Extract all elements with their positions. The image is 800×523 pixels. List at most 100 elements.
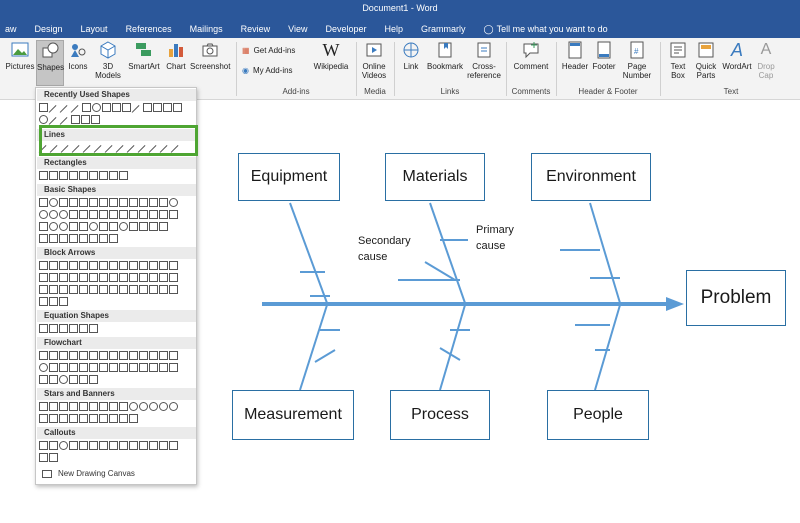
bracket-shape[interactable] [79, 234, 88, 243]
flowchart-shape[interactable] [39, 375, 48, 384]
pentagon-shape[interactable] [109, 198, 118, 207]
parallelogram-shape[interactable] [79, 198, 88, 207]
banner-shape[interactable] [129, 414, 138, 423]
star-shape[interactable] [79, 402, 88, 411]
callout-shape[interactable] [139, 441, 148, 450]
rectangle-shape[interactable] [79, 171, 88, 180]
rectangle-shape[interactable] [59, 171, 68, 180]
star-shape[interactable] [169, 402, 178, 411]
arrow-shape[interactable] [149, 261, 158, 270]
flowchart-shape[interactable] [59, 351, 68, 360]
callout-shape[interactable] [49, 453, 58, 462]
flowchart-shape[interactable] [69, 351, 78, 360]
shape[interactable] [139, 210, 148, 219]
online-videos-button[interactable]: Online Videos [358, 40, 390, 80]
flowchart-shape[interactable] [109, 363, 118, 372]
tab-developer[interactable]: Developer [316, 21, 375, 37]
callout-shape[interactable] [149, 441, 158, 450]
arc-shape[interactable] [39, 115, 48, 124]
arrow-shape[interactable] [119, 285, 128, 294]
flowchart-shape[interactable] [49, 375, 58, 384]
shape[interactable] [99, 210, 108, 219]
arrow-shape[interactable] [59, 273, 68, 282]
shape[interactable] [149, 210, 158, 219]
link-button[interactable]: Link [398, 40, 424, 71]
arrow-shape[interactable] [79, 261, 88, 270]
shape[interactable] [89, 222, 98, 231]
banner-shape[interactable] [59, 414, 68, 423]
arrow-shape[interactable] [39, 273, 48, 282]
pictures-button[interactable]: Pictures [4, 40, 36, 71]
shape[interactable] [39, 210, 48, 219]
flowchart-shape[interactable] [139, 351, 148, 360]
star-shape[interactable] [139, 402, 148, 411]
my-addins-button[interactable]: ◉ My Add-ins [242, 66, 293, 75]
brace-shape[interactable] [69, 234, 78, 243]
rectangle-shape[interactable] [69, 171, 78, 180]
banner-shape[interactable] [99, 414, 108, 423]
arrow-shape[interactable] [49, 297, 58, 306]
header-button[interactable]: Header [560, 40, 590, 71]
callout-shape[interactable] [159, 441, 168, 450]
arrow-shape[interactable] [99, 273, 108, 282]
arrow-shape[interactable] [159, 285, 168, 294]
arrow-shape[interactable] [59, 297, 68, 306]
box-environment[interactable]: Environment [531, 153, 651, 201]
shapes-button[interactable]: Shapes [36, 40, 64, 86]
star-shape[interactable] [149, 402, 158, 411]
flowchart-shape[interactable] [169, 351, 178, 360]
flowchart-shape[interactable] [69, 375, 78, 384]
arrow-shape[interactable] [39, 285, 48, 294]
arrow-shape[interactable] [119, 273, 128, 282]
arrow-shape[interactable] [89, 273, 98, 282]
arrow-shape[interactable] [169, 285, 178, 294]
rectangle-shape[interactable] [119, 171, 128, 180]
shape[interactable] [89, 210, 98, 219]
star-shape[interactable] [69, 402, 78, 411]
cloud-shape[interactable] [139, 222, 148, 231]
arrow-shape[interactable] [159, 273, 168, 282]
triangle-shape[interactable] [59, 198, 68, 207]
box-people[interactable]: People [547, 390, 649, 440]
shape[interactable] [39, 222, 48, 231]
tab-draw[interactable]: aw [0, 21, 26, 37]
not-equal-shape[interactable] [89, 324, 98, 333]
octagon-shape[interactable] [139, 198, 148, 207]
flowchart-shape[interactable] [89, 375, 98, 384]
multiply-shape[interactable] [59, 324, 68, 333]
flowchart-shape[interactable] [159, 351, 168, 360]
plus-shape[interactable] [39, 324, 48, 333]
arrow-shape[interactable] [173, 103, 182, 112]
rectangle-shape[interactable] [99, 171, 108, 180]
flowchart-shape[interactable] [79, 375, 88, 384]
brace-shape[interactable] [59, 234, 68, 243]
diamond-shape[interactable] [99, 198, 108, 207]
callout-shape[interactable] [89, 441, 98, 450]
tab-review[interactable]: Review [232, 21, 280, 37]
shape[interactable] [109, 222, 118, 231]
flowchart-shape[interactable] [159, 363, 168, 372]
arrow-shape[interactable] [139, 285, 148, 294]
page-number-button[interactable]: # Page Number [620, 40, 654, 80]
tab-help[interactable]: Help [376, 21, 413, 37]
rectangle-shape[interactable] [39, 171, 48, 180]
star-shape[interactable] [49, 402, 58, 411]
3d-models-button[interactable]: 3D Models [92, 40, 124, 80]
bracket-shape[interactable] [89, 234, 98, 243]
shape[interactable] [49, 210, 58, 219]
star-shape[interactable] [129, 402, 138, 411]
flowchart-shape[interactable] [99, 363, 108, 372]
flowchart-shape[interactable] [139, 363, 148, 372]
screenshot-button[interactable]: Screenshot [190, 40, 230, 71]
text-box-shape[interactable] [39, 103, 48, 112]
shape[interactable] [149, 222, 158, 231]
footer-button[interactable]: Footer [590, 40, 618, 71]
flowchart-shape[interactable] [109, 351, 118, 360]
rectangle-shape[interactable] [112, 103, 121, 112]
callout-shape[interactable] [39, 453, 48, 462]
star-shape[interactable] [59, 402, 68, 411]
star-shape[interactable] [89, 402, 98, 411]
arrow-shape[interactable] [139, 273, 148, 282]
flowchart-shape[interactable] [129, 351, 138, 360]
moon-shape[interactable] [129, 222, 138, 231]
